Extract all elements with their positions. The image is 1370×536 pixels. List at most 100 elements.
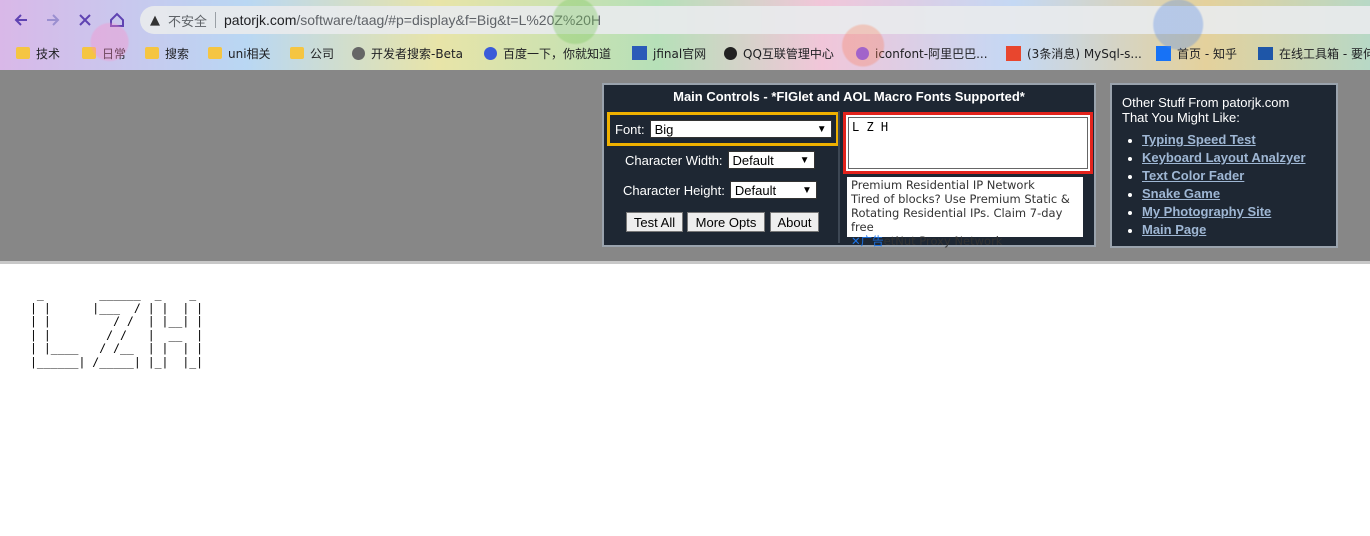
main-controls-panel: Main Controls - *FIGlet and AOL Macro Fo… xyxy=(602,83,1096,248)
other-stuff-heading: Other Stuff From patorjk.com That You Mi… xyxy=(1122,95,1326,125)
bookmark-label: 公司 xyxy=(310,46,335,61)
bookmark-label: 首页 - 知乎 xyxy=(1177,46,1237,61)
bookmark-item[interactable]: 首页 - 知乎 xyxy=(1156,45,1237,62)
folder-icon xyxy=(16,47,30,59)
test-all-button[interactable]: Test All xyxy=(626,212,683,232)
baidu-icon xyxy=(484,46,497,60)
other-stuff-panel: Other Stuff From patorjk.com That You Mi… xyxy=(1110,83,1338,248)
char-width-label: Character Width: xyxy=(625,152,723,168)
font-select[interactable]: Big ▼ xyxy=(649,120,832,138)
bookmark-item[interactable]: jfinal官网 xyxy=(632,45,706,62)
bookmark-item[interactable]: 在线工具箱 - 要何 xyxy=(1258,45,1370,62)
font-select-value: Big xyxy=(654,121,674,137)
chevron-down-icon: ▼ xyxy=(816,123,827,135)
char-width-value: Default xyxy=(732,152,774,168)
bookmarks-bar: 技术 日常 搜索 uni相关 公司 开发者搜索-Beta 百度一下，你就知道 j… xyxy=(0,40,1370,66)
ad-line: etNut Proxy Network xyxy=(883,234,1003,248)
heading-line: Other Stuff From patorjk.com xyxy=(1122,95,1290,110)
link-snake-game[interactable]: Snake Game xyxy=(1142,186,1220,201)
iconfont-icon xyxy=(856,46,869,60)
divider xyxy=(215,12,217,28)
jfinal-icon xyxy=(632,46,647,60)
ad-tag: 广告 xyxy=(860,234,884,248)
folder-icon xyxy=(82,47,96,59)
globe-icon xyxy=(352,46,365,60)
bookmark-label: iconfont-阿里巴巴... xyxy=(875,46,988,61)
text-input[interactable]: L Z H xyxy=(848,117,1088,169)
bookmark-item[interactable]: 日常 xyxy=(82,45,126,62)
bookmark-label: 搜索 xyxy=(165,46,190,61)
ad-line: Tired of blocks? Use Premium Static & xyxy=(851,192,1070,206)
ad-footer: ✕广告etNut Proxy Network xyxy=(851,234,1079,248)
folder-icon xyxy=(290,47,304,59)
bookmark-label: jfinal官网 xyxy=(653,46,707,61)
list-item: My Photography Site xyxy=(1142,203,1326,221)
address-bar[interactable]: ▲ 不安全 patorjk.com/software/taag/#p=displ… xyxy=(140,6,1370,34)
bookmark-item[interactable]: 百度一下，你就知道 xyxy=(484,45,611,62)
char-height-select[interactable]: Default ▼ xyxy=(729,181,817,199)
url-path: /software/taag/#p=display&f=Big&t=L%20Z%… xyxy=(296,12,602,28)
folder-icon xyxy=(145,47,159,59)
ascii-art-output: _ ______ _ _ | | |___ / | | | | | | / / … xyxy=(30,287,204,369)
link-keyboard-layout-analyzer[interactable]: Keyboard Layout Analzyer xyxy=(1142,150,1306,165)
bookmark-label: 日常 xyxy=(102,46,127,61)
stop-icon[interactable] xyxy=(74,9,96,31)
link-text-color-fader[interactable]: Text Color Fader xyxy=(1142,168,1244,183)
list-item: Keyboard Layout Analzyer xyxy=(1142,149,1326,167)
back-icon[interactable] xyxy=(10,9,32,31)
panel-divider xyxy=(838,111,840,243)
chevron-down-icon: ▼ xyxy=(799,154,810,166)
list-item: Text Color Fader xyxy=(1142,167,1326,185)
advertisement[interactable]: Premium Residential IP Network Tired of … xyxy=(847,177,1083,248)
bookmark-item[interactable]: 搜索 xyxy=(145,45,189,62)
char-height-label: Character Height: xyxy=(623,182,725,198)
zhihu-icon xyxy=(1156,45,1171,61)
bookmark-item[interactable]: (3条消息) MySql-s... xyxy=(1006,45,1142,62)
links-list: Typing Speed Test Keyboard Layout Analzy… xyxy=(1122,131,1326,239)
url-host: patorjk.com xyxy=(224,12,297,28)
bookmark-item[interactable]: uni相关 xyxy=(208,45,271,62)
heading-line: That You Might Like: xyxy=(1122,110,1240,125)
panel-title: Main Controls - *FIGlet and AOL Macro Fo… xyxy=(673,89,1025,104)
font-selector-group: Font: Big ▼ xyxy=(607,112,839,146)
forward-icon[interactable] xyxy=(42,9,64,31)
ad-line: Premium Residential IP Network xyxy=(851,178,1035,192)
bookmark-label: uni相关 xyxy=(228,46,271,61)
ad-line: Rotating Residential IPs. Claim 7-day fr… xyxy=(851,206,1063,234)
bookmark-item[interactable]: 开发者搜索-Beta xyxy=(352,45,463,62)
bookmark-label: (3条消息) MySql-s... xyxy=(1027,46,1142,61)
link-typing-speed-test[interactable]: Typing Speed Test xyxy=(1142,132,1256,147)
char-width-select[interactable]: Default ▼ xyxy=(727,151,815,169)
ad-close-icon[interactable]: ✕ xyxy=(851,234,861,248)
bookmark-item[interactable]: QQ互联管理中心 xyxy=(724,45,834,62)
home-icon[interactable] xyxy=(106,9,128,31)
bookmark-label: 技术 xyxy=(36,46,61,61)
browser-chrome: ▲ 不安全 patorjk.com/software/taag/#p=displ… xyxy=(0,0,1370,70)
insecure-label: 不安全 xyxy=(168,14,208,30)
list-item: Typing Speed Test xyxy=(1142,131,1326,149)
list-item: Main Page xyxy=(1142,221,1326,239)
qq-icon xyxy=(724,46,737,60)
char-height-row: Character Height: Default ▼ xyxy=(623,181,817,199)
bookmark-item[interactable]: 公司 xyxy=(290,45,334,62)
csdn-icon xyxy=(1006,45,1021,61)
text-input-box: L Z H xyxy=(843,112,1093,174)
bookmark-label: QQ互联管理中心 xyxy=(743,46,834,61)
about-button[interactable]: About xyxy=(770,212,819,232)
char-width-row: Character Width: Default ▼ xyxy=(625,151,815,169)
font-label: Font: xyxy=(615,121,645,137)
bookmark-item[interactable]: 技术 xyxy=(16,45,60,62)
link-photography-site[interactable]: My Photography Site xyxy=(1142,204,1271,219)
url-text[interactable]: patorjk.com/software/taag/#p=display&f=B… xyxy=(224,12,601,28)
char-height-value: Default xyxy=(734,182,777,198)
more-opts-button[interactable]: More Opts xyxy=(687,212,765,232)
warning-icon: ▲ xyxy=(150,12,160,28)
chevron-down-icon: ▼ xyxy=(801,184,812,196)
bookmark-item[interactable]: iconfont-阿里巴巴... xyxy=(856,45,988,62)
bookmark-label: 开发者搜索-Beta xyxy=(371,46,464,61)
link-main-page[interactable]: Main Page xyxy=(1142,222,1206,237)
toolbox-icon xyxy=(1258,46,1273,60)
list-item: Snake Game xyxy=(1142,185,1326,203)
folder-icon xyxy=(208,47,222,59)
bookmark-label: 在线工具箱 - 要何 xyxy=(1279,46,1370,61)
